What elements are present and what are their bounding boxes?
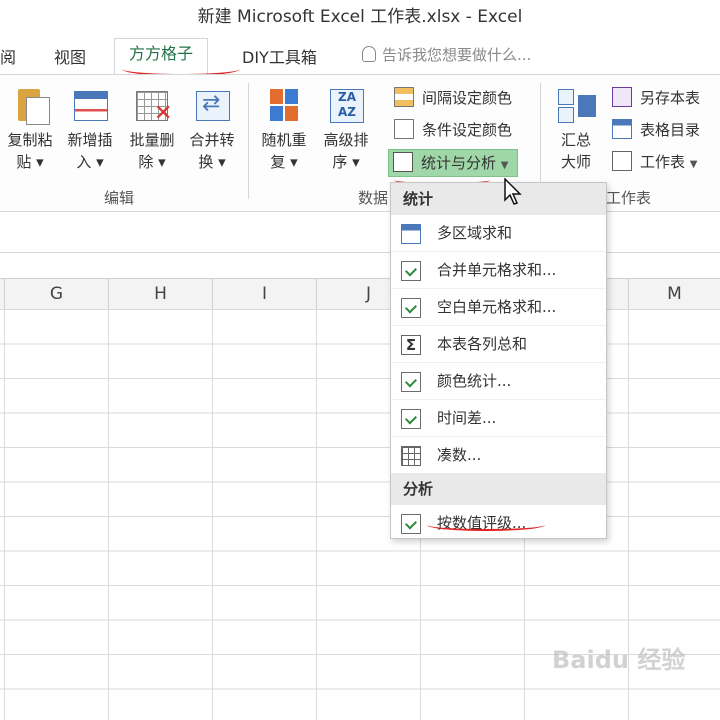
window-title: 新建 Microsoft Excel 工作表.xlsx - Excel [197, 7, 523, 27]
menu-item-label: 多区域求和 [437, 224, 513, 242]
worksheet-label: 工作表 [640, 153, 686, 171]
ribbon-tabs: 阅 视图 方方格子 DIY工具箱 告诉我您想要做什么... [0, 36, 720, 75]
stats-analysis-button[interactable]: 统计与分析 ▼ [388, 149, 518, 177]
menu-item-blank-cell-sum[interactable]: 空白单元格求和... [391, 288, 606, 325]
table-directory-icon [612, 119, 632, 139]
formula-bar[interactable] [0, 222, 720, 253]
menu-item-label: 颜色统计... [437, 372, 512, 390]
edit-group-label: 编辑 [104, 189, 135, 207]
random-blocks-icon [264, 85, 304, 125]
interval-color-button[interactable]: 间隔设定颜色 [394, 85, 512, 111]
summary-master-button[interactable]: 汇总 大师 [548, 85, 604, 173]
advanced-sort-button[interactable]: ZA AZ 高级排 序 ▾ [318, 85, 374, 173]
menu-item-multi-area-sum[interactable]: 多区域求和 [391, 215, 606, 251]
delete-grid-icon: ✕ [132, 85, 172, 125]
menu-item-time-diff[interactable]: 时间差... [391, 399, 606, 436]
random-repeat-label: 随机重 复 ▾ [261, 131, 307, 171]
column-header-g[interactable]: G [5, 279, 109, 309]
conditional-color-icon [394, 119, 414, 139]
table-directory-button[interactable]: 表格目录 [612, 117, 700, 143]
interval-color-label: 间隔设定颜色 [422, 89, 513, 107]
menu-section-stats: 统计 [391, 183, 606, 215]
worksheet-icon [612, 151, 632, 171]
summary-master-label: 汇总 大师 [560, 131, 591, 171]
chevron-down-icon: ▼ [500, 160, 509, 171]
batch-delete-label: 批量删 除 ▾ [129, 131, 175, 171]
conditional-color-button[interactable]: 条件设定颜色 [394, 117, 512, 143]
advanced-sort-label: 高级排 序 ▾ [323, 131, 369, 171]
tab-review-partial[interactable]: 阅 [0, 44, 16, 68]
menu-section-analysis: 分析 [391, 473, 606, 505]
sheet-group-label: 工作表 [606, 189, 652, 207]
sigma-icon: Σ [401, 335, 421, 355]
merge-convert-label: 合并转 换 ▾ [189, 131, 235, 171]
menu-item-label: 时间差... [437, 409, 497, 427]
check-doc-icon [401, 261, 421, 281]
insert-rows-icon [70, 85, 110, 125]
clipboard-icon [10, 85, 50, 125]
chevron-down-icon-2: ▼ [689, 159, 698, 170]
stats-analysis-dropdown: 统计 多区域求和 合并单元格求和... 空白单元格求和... Σ 本表各列总和 颜… [390, 182, 607, 539]
baidu-watermark: Baidu 经验 [552, 646, 686, 674]
menu-item-column-totals[interactable]: Σ 本表各列总和 [391, 325, 606, 362]
red-annotation-underline-3 [427, 519, 545, 531]
check-doc-icon [401, 514, 421, 534]
interval-color-icon [394, 87, 414, 107]
lightbulb-icon [362, 46, 376, 62]
menu-item-label: 凑数... [437, 446, 482, 464]
column-headers: G H I J M [0, 278, 720, 310]
summary-icon [556, 85, 596, 125]
save-sheet-label: 另存本表 [640, 89, 701, 107]
table-icon [401, 224, 421, 244]
merge-convert-button[interactable]: ⇄ 合并转 换 ▾ [184, 85, 240, 173]
stats-analysis-label: 统计与分析 [421, 154, 497, 172]
tab-view[interactable]: 视图 [54, 44, 86, 68]
column-header-i[interactable]: I [213, 279, 317, 309]
column-header-h[interactable]: H [109, 279, 213, 309]
data-group-label: 数据 [358, 189, 389, 207]
save-sheet-icon [612, 87, 632, 107]
stats-analysis-icon [393, 152, 413, 172]
worksheet-button[interactable]: 工作表 ▼ [612, 149, 698, 175]
merge-convert-icon: ⇄ [192, 85, 232, 125]
column-header-m[interactable]: M [629, 279, 720, 309]
conditional-color-label: 条件设定颜色 [422, 121, 513, 139]
copy-paste-label: 复制粘 贴 ▾ [7, 131, 53, 171]
copy-paste-button[interactable]: 复制粘 贴 ▾ [2, 85, 58, 173]
menu-item-merged-cell-sum[interactable]: 合并单元格求和... [391, 251, 606, 288]
insert-button[interactable]: 新增插 入 ▾ [62, 85, 118, 173]
check-doc-icon [401, 298, 421, 318]
ribbon: 复制粘 贴 ▾ 新增插 入 ▾ ✕ 批量删 除 ▾ ⇄ 合并转 换 ▾ 编辑 随… [0, 74, 720, 212]
menu-item-make-up-sum[interactable]: 凑数... [391, 436, 606, 473]
batch-delete-button[interactable]: ✕ 批量删 除 ▾ [124, 85, 180, 173]
menu-item-label: 本表各列总和 [437, 335, 528, 353]
table-directory-label: 表格目录 [640, 121, 701, 139]
group-separator [248, 83, 249, 199]
menu-item-color-stats[interactable]: 颜色统计... [391, 362, 606, 399]
grid-icon [401, 446, 421, 466]
save-sheet-button[interactable]: 另存本表 [612, 85, 700, 111]
random-repeat-button[interactable]: 随机重 复 ▾ [256, 85, 312, 173]
tab-diy-toolbox[interactable]: DIY工具箱 [242, 44, 317, 68]
tell-me-box[interactable]: 告诉我您想要做什么... [362, 44, 531, 65]
check-doc-icon [401, 409, 421, 429]
check-doc-icon [401, 372, 421, 392]
tell-me-placeholder: 告诉我您想要做什么... [382, 46, 532, 64]
menu-item-label: 合并单元格求和... [437, 261, 557, 279]
sort-az-icon: ZA AZ [326, 85, 366, 125]
menu-item-label: 空白单元格求和... [437, 298, 557, 316]
insert-label: 新增插 入 ▾ [67, 131, 113, 171]
